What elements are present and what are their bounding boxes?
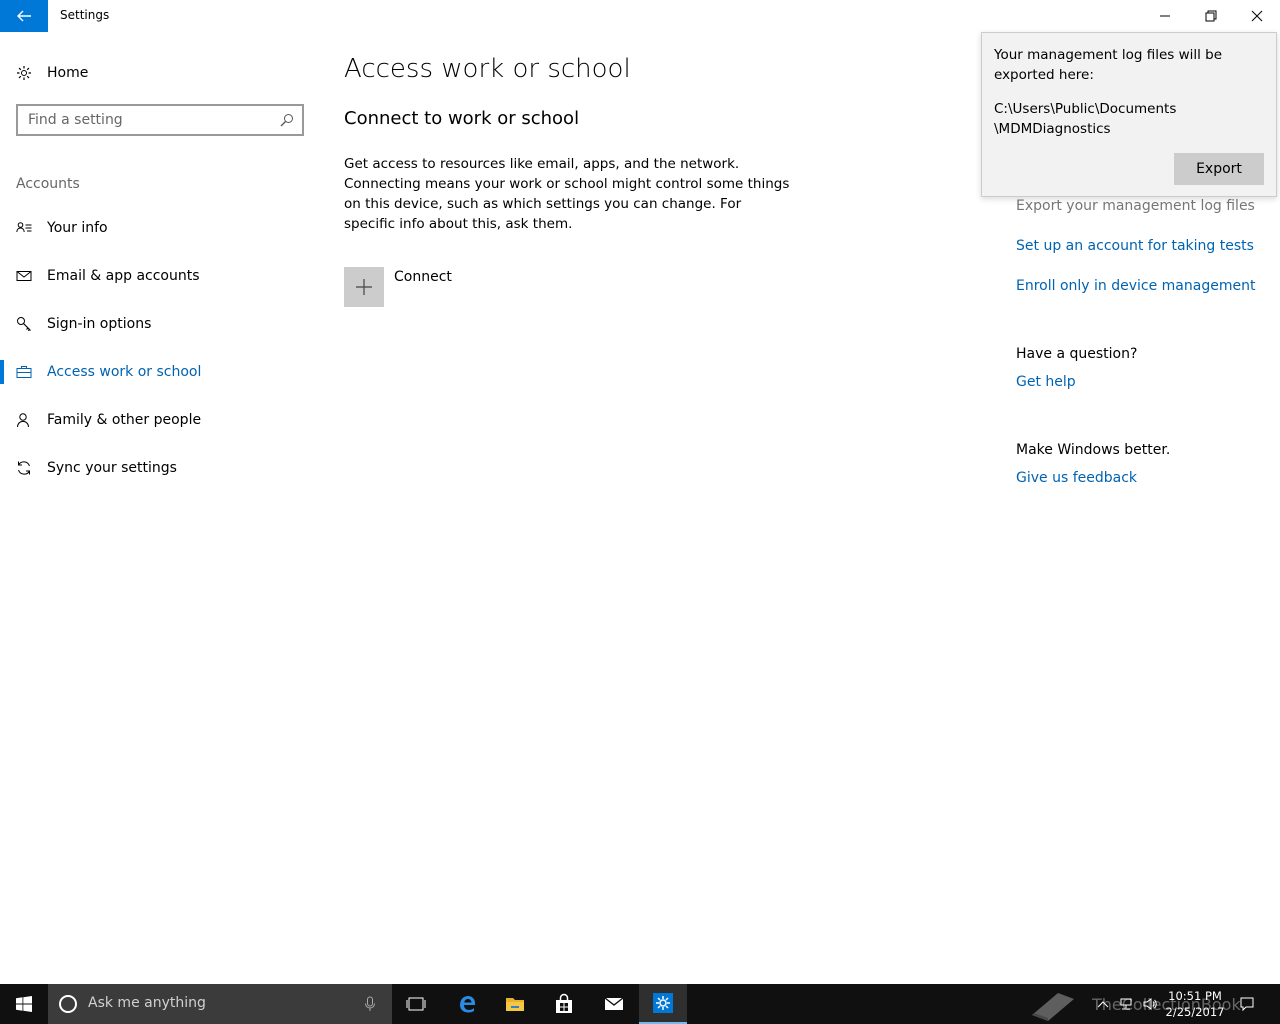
setup-test-account-link[interactable]: Set up an account for taking tests bbox=[1016, 238, 1254, 254]
sidebar-item-label: Access work or school bbox=[47, 364, 202, 380]
question-heading: Have a question? bbox=[1016, 346, 1138, 362]
enroll-device-link[interactable]: Enroll only in device management bbox=[1016, 278, 1255, 294]
notification-icon bbox=[1240, 997, 1254, 1011]
home-link[interactable]: Home bbox=[16, 62, 88, 84]
chevron-up-icon bbox=[1097, 1001, 1109, 1008]
description-text: Get access to resources like email, apps… bbox=[344, 156, 790, 232]
contact-card-icon bbox=[16, 222, 32, 233]
search-input[interactable] bbox=[18, 106, 276, 134]
connect-button[interactable]: Connect bbox=[344, 267, 452, 307]
taskbar-clock[interactable]: 10:51 PM 2/25/2017 bbox=[1162, 988, 1228, 1020]
window-title: Settings bbox=[60, 8, 110, 22]
give-feedback-link[interactable]: Give us feedback bbox=[1016, 470, 1137, 486]
export-button[interactable]: Export bbox=[1174, 153, 1264, 185]
show-hidden-icons-button[interactable] bbox=[1094, 984, 1112, 1024]
store-bag-icon bbox=[556, 993, 572, 1013]
person-icon bbox=[17, 413, 29, 428]
restore-button[interactable] bbox=[1188, 0, 1234, 32]
sidebar-item-your-info[interactable]: Your info bbox=[0, 204, 320, 252]
volume-button[interactable] bbox=[1140, 984, 1160, 1024]
cortana-icon bbox=[59, 995, 77, 1013]
minimize-button[interactable] bbox=[1142, 0, 1188, 32]
plus-icon bbox=[356, 279, 372, 295]
minimize-icon bbox=[1160, 15, 1170, 17]
sidebar-item-email[interactable]: Email & app accounts bbox=[0, 252, 320, 300]
book-icon bbox=[1032, 993, 1074, 1021]
taskbar-settings[interactable] bbox=[639, 984, 687, 1024]
sidebar-item-label: Family & other people bbox=[47, 412, 202, 428]
mail-app-icon bbox=[604, 997, 624, 1010]
sidebar-item-label: Sign-in options bbox=[47, 316, 152, 332]
microphone-icon[interactable] bbox=[364, 996, 376, 1012]
flyout-message: Your management log files will be export… bbox=[994, 47, 1223, 83]
close-icon bbox=[1251, 10, 1263, 22]
get-help-link[interactable]: Get help bbox=[1016, 374, 1076, 390]
export-logs-link[interactable]: Export your management log files bbox=[1016, 198, 1255, 214]
taskbar: Ask me anything TheCollectionBook 10:51 … bbox=[0, 984, 1280, 1024]
clock-date: 2/25/2017 bbox=[1165, 1005, 1225, 1019]
section-label: Accounts bbox=[16, 176, 80, 192]
feedback-heading: Make Windows better. bbox=[1016, 442, 1171, 458]
network-icon bbox=[1120, 998, 1132, 1010]
export-flyout: Your management log files will be export… bbox=[981, 32, 1277, 197]
export-path-line: C:\Users\Public\Documents bbox=[994, 101, 1177, 117]
start-button[interactable] bbox=[0, 984, 48, 1024]
close-button[interactable] bbox=[1234, 0, 1280, 32]
sidebar-item-family[interactable]: Family & other people bbox=[0, 396, 320, 444]
network-button[interactable] bbox=[1116, 984, 1136, 1024]
folder-icon bbox=[506, 998, 524, 1011]
back-arrow-icon bbox=[17, 10, 31, 22]
sidebar-nav: Your info Email & app accounts Sign-in o… bbox=[0, 204, 320, 492]
sidebar-item-sync[interactable]: Sync your settings bbox=[0, 444, 320, 492]
clock-time: 10:51 PM bbox=[1168, 989, 1222, 1003]
key-icon bbox=[17, 317, 31, 332]
export-path: C:\Users\Public\Documents \MDMDiagnostic… bbox=[994, 99, 1264, 139]
cortana-search-box[interactable]: Ask me anything bbox=[48, 984, 392, 1024]
taskbar-file-explorer[interactable] bbox=[491, 984, 539, 1024]
sidebar-item-sign-in[interactable]: Sign-in options bbox=[0, 300, 320, 348]
title-bar: Settings bbox=[0, 0, 1280, 32]
briefcase-icon bbox=[16, 366, 32, 378]
cortana-placeholder: Ask me anything bbox=[88, 995, 206, 1011]
sidebar-item-access-work-school[interactable]: Access work or school bbox=[0, 348, 320, 396]
export-path-line: \MDMDiagnostics bbox=[994, 121, 1111, 137]
task-view-icon bbox=[406, 997, 426, 1011]
taskbar-store[interactable] bbox=[540, 984, 588, 1024]
sidebar-item-label: Your info bbox=[47, 220, 108, 236]
search-box bbox=[16, 104, 304, 136]
gear-icon bbox=[17, 66, 31, 80]
restore-icon bbox=[1205, 10, 1217, 22]
search-icon[interactable] bbox=[280, 113, 294, 127]
settings-gear-icon bbox=[653, 993, 673, 1013]
page-title: Access work or school bbox=[344, 54, 631, 84]
taskbar-edge[interactable] bbox=[443, 984, 491, 1024]
home-label: Home bbox=[47, 65, 89, 81]
sidebar-item-label: Sync your settings bbox=[47, 460, 177, 476]
windows-logo-icon bbox=[16, 996, 32, 1012]
section-heading: Connect to work or school bbox=[344, 108, 580, 129]
speaker-icon bbox=[1143, 998, 1157, 1010]
edge-icon bbox=[460, 996, 475, 1013]
sync-icon bbox=[18, 461, 30, 475]
action-center-button[interactable] bbox=[1234, 984, 1260, 1024]
sidebar-item-label: Email & app accounts bbox=[47, 268, 200, 284]
sidebar: Home Accounts Your info Email & app acco… bbox=[0, 32, 320, 984]
back-button[interactable] bbox=[0, 0, 48, 32]
connect-tile[interactable] bbox=[344, 267, 384, 307]
task-view-button[interactable] bbox=[392, 984, 440, 1024]
taskbar-mail[interactable] bbox=[590, 984, 638, 1024]
mail-icon bbox=[16, 271, 32, 281]
connect-label: Connect bbox=[394, 269, 452, 285]
